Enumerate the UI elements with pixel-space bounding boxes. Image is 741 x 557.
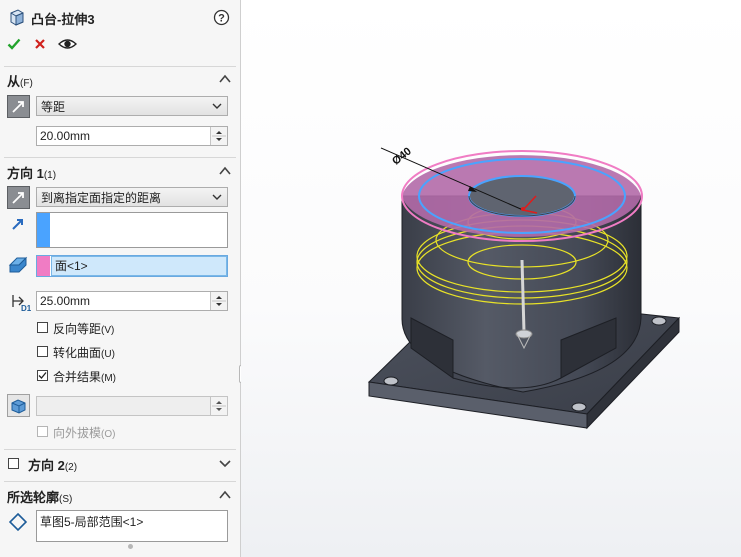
separator: [4, 66, 236, 67]
dimension-label: Ø40: [390, 145, 414, 167]
extrude-feature-icon: [8, 8, 26, 26]
end-condition-dropdown[interactable]: 到离指定面指定的距离: [36, 187, 228, 207]
draft-outward-label: 向外拔模(O): [53, 426, 116, 440]
chevron-down-icon: [212, 194, 222, 200]
cancel-button[interactable]: [34, 38, 46, 50]
transform-surface-checkbox[interactable]: [37, 346, 48, 357]
chevron-up-icon: [219, 74, 231, 83]
graphics-viewport[interactable]: Ø40: [241, 0, 741, 557]
chevron-up-icon: [219, 166, 231, 175]
end-condition-value: 到离指定面指定的距离: [41, 190, 162, 205]
reverse-offset-checkbox[interactable]: [37, 322, 48, 333]
direction1-title: 方向 1(1): [7, 165, 57, 181]
svg-text:D1: D1: [21, 304, 31, 312]
transform-surface-label: 转化曲面(U): [53, 346, 115, 360]
direction-vector-selection-box[interactable]: [36, 212, 228, 248]
face-reference-icon: [8, 256, 28, 274]
from-section-header[interactable]: 从(F): [0, 68, 240, 92]
direction2-checkbox[interactable]: [8, 458, 19, 469]
property-manager-panel: 凸台-拉伸3 ? 从(F) 等距 20.00mm 方向 1(1) 到离指定面指定…: [0, 0, 241, 557]
distance-d1-icon: D1: [9, 292, 32, 313]
ok-button[interactable]: [7, 37, 21, 51]
direction2-section-header[interactable]: 方向 2(2): [0, 452, 240, 476]
chevron-down-icon: [219, 460, 231, 468]
top-face-highlight: [401, 150, 643, 242]
eye-icon: [57, 39, 78, 49]
contours-title: 所选轮廓(S): [7, 489, 73, 505]
help-icon[interactable]: ?: [213, 9, 230, 26]
merge-result-checkbox[interactable]: [37, 370, 48, 381]
svg-text:?: ?: [218, 13, 225, 25]
face-selection-box[interactable]: 面<1>: [36, 255, 228, 277]
from-type-value: 等距: [41, 99, 66, 114]
draft-outward-checkbox[interactable]: [37, 426, 48, 437]
spinner-buttons[interactable]: [210, 127, 227, 145]
chevron-up-icon: [219, 490, 231, 499]
separator: [4, 449, 236, 450]
from-direction-icon[interactable]: [7, 95, 30, 118]
distance-value: 25.00mm: [40, 294, 91, 308]
from-type-dropdown[interactable]: 等距: [36, 96, 228, 116]
close-icon: [35, 39, 45, 49]
chevron-down-icon: [212, 103, 222, 109]
distance-input[interactable]: 25.00mm: [36, 291, 228, 311]
contour-item[interactable]: 草图5-局部范围<1>: [40, 513, 143, 530]
separator: [4, 157, 236, 158]
merge-result-label: 合并结果(M): [53, 370, 117, 384]
model-render: Ø40: [367, 145, 681, 430]
face-selection-item[interactable]: 面<1>: [51, 256, 227, 276]
spinner-buttons[interactable]: [210, 292, 227, 310]
spinner-buttons[interactable]: [210, 397, 227, 415]
direction2-title: 方向 2(2): [28, 457, 78, 473]
selection-color-swatch: [37, 213, 50, 247]
from-offset-input[interactable]: 20.00mm: [36, 126, 228, 146]
contours-section-header[interactable]: 所选轮廓(S): [0, 484, 240, 508]
from-section-title: 从(F): [7, 73, 33, 89]
contour-icon: [8, 512, 28, 532]
selection-color-swatch: [37, 256, 50, 276]
contours-selection-box[interactable]: 草图5-局部范围<1>: [36, 510, 228, 542]
preview-button[interactable]: [57, 37, 78, 51]
reverse-offset-label: 反向等距(V): [53, 322, 115, 336]
separator: [4, 481, 236, 482]
from-offset-value: 20.00mm: [40, 129, 91, 143]
direction-vector-icon: [10, 216, 26, 232]
draft-angle-input[interactable]: [36, 396, 228, 416]
feature-title: 凸台-拉伸3: [31, 12, 95, 27]
checkmark-icon: [38, 372, 47, 379]
reverse-direction-icon[interactable]: [7, 186, 30, 209]
direction1-section-header[interactable]: 方向 1(1): [0, 160, 240, 184]
draft-toggle-icon[interactable]: [7, 394, 30, 417]
checkmark-icon: [7, 38, 21, 50]
resize-grip[interactable]: [128, 544, 133, 549]
